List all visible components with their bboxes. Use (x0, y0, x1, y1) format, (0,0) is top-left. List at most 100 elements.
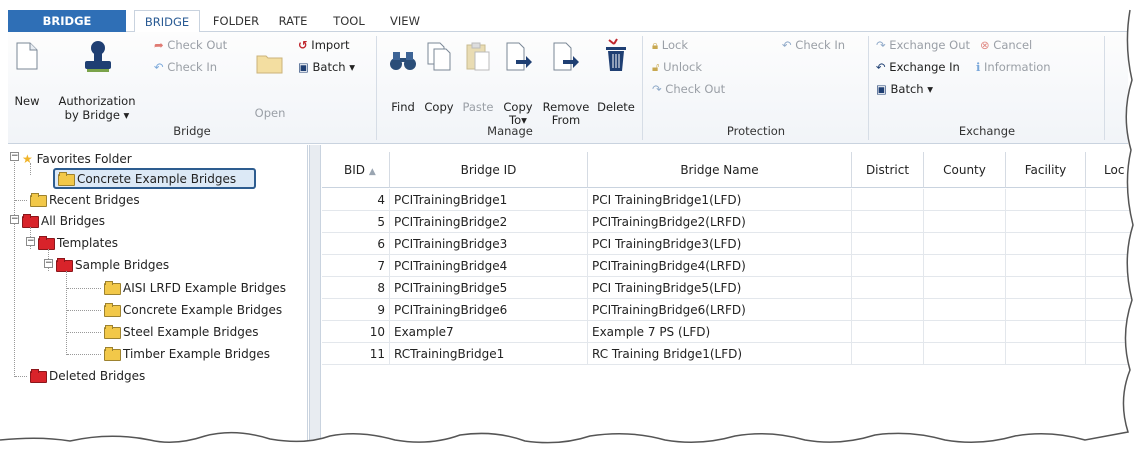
column-header-district[interactable]: District (852, 152, 924, 188)
cell-district (852, 299, 924, 321)
information-icon: ℹ (976, 60, 981, 74)
table-row[interactable]: 11 RCTrainingBridge1 RC Training Bridge1(L… (322, 343, 1141, 365)
cell-bridge-name: PCI TrainingBridge1(LFD) (588, 189, 852, 211)
table-row[interactable]: 8 PCITrainingBridge5 PCI TrainingBridge5(L… (322, 277, 1141, 299)
expand-toggle[interactable]: − (44, 259, 53, 268)
cell-bridge-id: PCITrainingBridge1 (390, 189, 588, 211)
lock-icon: 🔒︎ (652, 38, 659, 52)
table-row[interactable]: 9 PCITrainingBridge6 PCITrainingBridge6(LR… (322, 299, 1141, 321)
ribbon-separator (868, 36, 869, 140)
column-header-bid[interactable]: BID ▲ (322, 152, 390, 188)
cell-facility (1006, 321, 1086, 343)
find-button[interactable]: Find (386, 36, 420, 120)
cancel-icon: ⊗ (980, 38, 990, 52)
table-row[interactable]: 10 Example7 Example 7 PS (LFD) (322, 321, 1141, 343)
folder-icon (104, 281, 121, 295)
expand-toggle[interactable]: − (10, 152, 19, 161)
tab-tool[interactable]: TOOL (326, 10, 372, 32)
new-button[interactable]: New (12, 36, 42, 114)
tree-item-steel[interactable]: Steel Example Bridges (104, 323, 258, 341)
check-out-button[interactable]: ➦ Check Out (154, 38, 227, 52)
paste-button[interactable]: Paste (460, 36, 496, 120)
tree-item-concrete[interactable]: Concrete Example Bridges (104, 301, 282, 319)
open-button[interactable]: Open (252, 36, 288, 120)
check-out-icon: ↷ (652, 82, 662, 96)
ribbon-separator (642, 36, 643, 140)
tree-item-deleted[interactable]: Deleted Bridges (30, 367, 145, 385)
tree-item-sample-bridges[interactable]: Sample Bridges (56, 256, 169, 274)
exchange-out-button[interactable]: ↷ Exchange Out (876, 38, 970, 52)
cell-bridge-id: Example7 (390, 321, 588, 343)
batch-icon: ▣ (298, 60, 309, 74)
expand-toggle[interactable]: − (26, 237, 35, 246)
batch-button[interactable]: ▣ Batch ▾ (298, 60, 355, 74)
lock-button[interactable]: 🔒︎ Lock (652, 38, 688, 52)
column-header-facility[interactable]: Facility (1006, 152, 1086, 188)
protection-check-out-button[interactable]: ↷ Check Out (652, 82, 725, 96)
bridge-grid: BID ▲ Bridge ID Bridge Name District Cou… (322, 145, 1141, 445)
cell-district (852, 211, 924, 233)
tree-item-recent[interactable]: Recent Bridges (30, 191, 140, 209)
tab-rate[interactable]: RATE (270, 10, 316, 32)
import-button[interactable]: ↺ Import (298, 38, 349, 52)
binoculars-icon (390, 52, 416, 70)
column-header-bridge-name[interactable]: Bridge Name (588, 152, 852, 188)
protection-check-in-button[interactable]: ↶ Check In (782, 38, 845, 52)
new-document-icon (16, 42, 38, 70)
exchange-in-icon: ↶ (876, 60, 886, 74)
copy-icon (427, 42, 451, 71)
cell-bid: 7 (322, 255, 390, 277)
tree-item-all-bridges[interactable]: All Bridges (22, 212, 105, 230)
column-header-location[interactable]: Loc (1086, 152, 1141, 188)
cell-facility (1006, 343, 1086, 365)
expand-toggle[interactable]: − (10, 215, 19, 224)
cell-bid: 5 (322, 211, 390, 233)
tree-item-templates[interactable]: Templates (38, 234, 118, 252)
tree-item-favorites[interactable]: ★ Favorites Folder (22, 150, 132, 168)
table-row[interactable]: 7 PCITrainingBridge4 PCITrainingBridge4(LR… (322, 255, 1141, 277)
cell-location (1086, 277, 1141, 299)
copy-to-button[interactable]: Copy To▾ (500, 36, 536, 127)
tab-view[interactable]: VIEW (382, 10, 428, 32)
cell-district (852, 255, 924, 277)
folder-icon (104, 347, 121, 361)
cell-location (1086, 321, 1141, 343)
tab-bridge[interactable]: BRIDGE (134, 10, 200, 33)
new-label: New (14, 94, 40, 108)
authorization-button[interactable]: Authorization by Bridge ▾ (52, 36, 142, 122)
table-row[interactable]: 5 PCITrainingBridge2 PCITrainingBridge2(LR… (322, 211, 1141, 233)
check-in-button[interactable]: ↶ Check In (154, 60, 217, 74)
cancel-button[interactable]: ⊗ Cancel (980, 38, 1032, 52)
tab-folder[interactable]: FOLDER (208, 10, 264, 32)
column-header-county[interactable]: County (924, 152, 1006, 188)
group-manage-label: Manage (487, 124, 533, 138)
folder-icon (104, 325, 121, 339)
copy-button[interactable]: Copy (422, 36, 456, 120)
tree-item-aisi[interactable]: AISI LRFD Example Bridges (104, 279, 286, 297)
exchange-in-button[interactable]: ↶ Exchange In (876, 60, 960, 74)
cell-bridge-name: PCITrainingBridge2(LRFD) (588, 211, 852, 233)
find-label: Find (391, 100, 415, 114)
ribbon-separator (1104, 36, 1105, 140)
information-button[interactable]: ℹ Information (976, 60, 1051, 74)
delete-button[interactable]: Delete (596, 36, 636, 120)
tab-bridge-explorer[interactable]: BRIDGE EXPLORER (8, 10, 126, 50)
check-in-icon: ↶ (782, 38, 792, 52)
remove-from-button[interactable]: Remove From (540, 36, 592, 127)
cell-bridge-name: PCITrainingBridge4(LRFD) (588, 255, 852, 277)
cell-bid: 9 (322, 299, 390, 321)
group-bridge-label: Bridge (173, 124, 211, 138)
table-row[interactable]: 6 PCITrainingBridge3 PCI TrainingBridge3(L… (322, 233, 1141, 255)
folder-icon (30, 369, 47, 383)
cell-bridge-id: PCITrainingBridge4 (390, 255, 588, 277)
cell-bridge-id: PCITrainingBridge2 (390, 211, 588, 233)
copy-to-label: Copy (503, 100, 533, 114)
exchange-batch-button[interactable]: ▣ Batch ▾ (876, 82, 933, 96)
tree-line (67, 354, 101, 355)
unlock-button[interactable]: 🔓︎ Unlock (652, 60, 702, 74)
tree-item-timber[interactable]: Timber Example Bridges (104, 345, 270, 363)
cell-bridge-name: RC Training Bridge1(LFD) (588, 343, 852, 365)
column-header-bridge-id[interactable]: Bridge ID (390, 152, 588, 188)
table-row[interactable]: 4 PCITrainingBridge1 PCI TrainingBridge1(L… (322, 189, 1141, 211)
pane-splitter[interactable] (309, 145, 321, 445)
